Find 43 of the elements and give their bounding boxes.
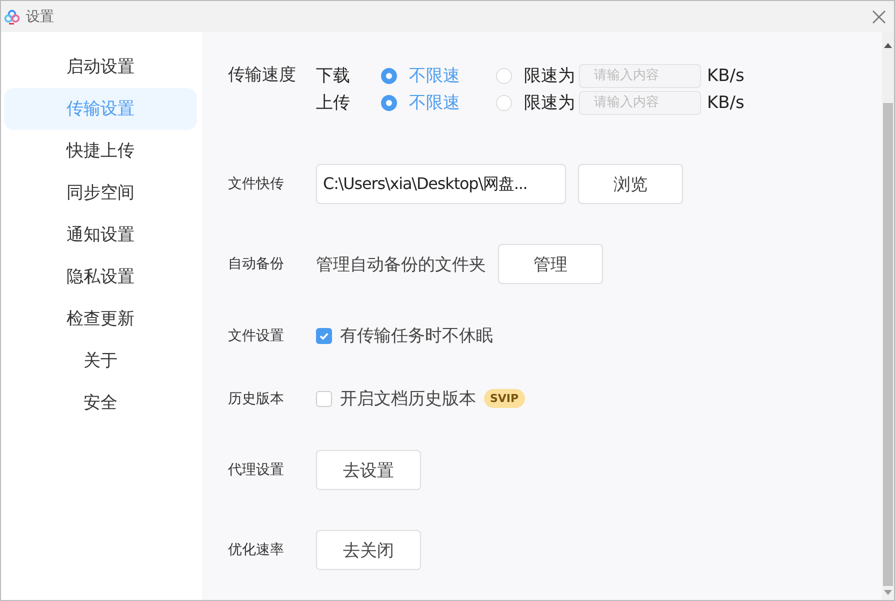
setting-label: 代理设置 <box>228 461 285 479</box>
scroll-thumb[interactable] <box>883 103 893 586</box>
sidebar-item[interactable]: 检查更新 <box>4 298 197 340</box>
limit-input-field[interactable]: 请输入内容 <box>579 90 701 114</box>
sidebar-item[interactable]: 隐私设置 <box>4 256 197 298</box>
setting-label: 自动备份 <box>228 255 285 273</box>
radio-button[interactable] <box>381 94 397 110</box>
radio-button[interactable] <box>381 68 397 84</box>
setting-label: 文件快传 <box>228 175 285 193</box>
radio-label[interactable]: 限速为 <box>524 64 575 87</box>
app-logo-icon <box>4 8 20 24</box>
setting-description: 管理自动备份的文件夹 <box>316 254 486 276</box>
window-title: 设置 <box>26 8 54 26</box>
browse-button[interactable]: 浏览 <box>578 164 683 204</box>
limit-input-field[interactable]: 请输入内容 <box>579 64 701 88</box>
path-input-field[interactable]: C:\Users\xia\Desktop\网盘... <box>316 164 566 204</box>
scroll-down-icon[interactable] <box>883 590 893 596</box>
sidebar-item[interactable]: 同步空间 <box>4 172 197 214</box>
checkbox-label[interactable]: 有传输任务时不休眠 <box>340 324 493 347</box>
setting-label: 传输速度 <box>228 64 297 87</box>
setting-label: 优化速率 <box>228 541 285 559</box>
manage-button[interactable]: 管理 <box>498 244 603 284</box>
action-button[interactable]: 去设置 <box>316 450 421 490</box>
setting-label: 历史版本 <box>228 390 285 408</box>
radio-label[interactable]: 限速为 <box>524 91 575 114</box>
svip-badge: SVIP <box>484 389 525 408</box>
checkbox[interactable] <box>316 328 332 344</box>
scroll-up-icon[interactable] <box>883 42 893 48</box>
unit-label: KB/s <box>707 92 744 112</box>
sidebar-item[interactable]: 启动设置 <box>4 46 197 88</box>
setting-label: 文件设置 <box>228 326 285 344</box>
scrollbar[interactable] <box>882 32 894 600</box>
sidebar-item[interactable]: 关于 <box>4 340 197 382</box>
checkbox[interactable] <box>316 390 332 406</box>
sidebar-item[interactable]: 安全 <box>4 382 197 424</box>
sidebar-item[interactable]: 快捷上传 <box>4 130 197 172</box>
close-icon[interactable] <box>872 10 886 24</box>
checkbox-label[interactable]: 开启文档历史版本 <box>340 387 476 410</box>
unit-label: KB/s <box>707 66 744 86</box>
direction-label: 上传 <box>316 92 351 114</box>
direction-label: 下载 <box>316 65 351 87</box>
action-button[interactable]: 去关闭 <box>316 530 421 570</box>
sidebar-item[interactable]: 通知设置 <box>4 214 197 256</box>
